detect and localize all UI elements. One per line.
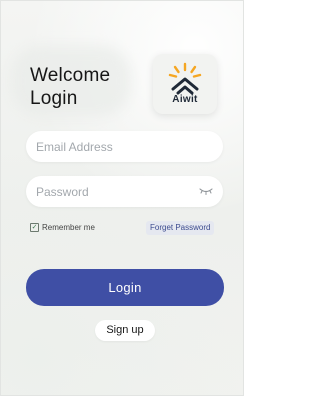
title-line-welcome: Welcome	[30, 65, 111, 86]
title-line-login: Login	[30, 88, 78, 109]
password-field[interactable]	[26, 176, 223, 207]
remember-me-label: Remember me	[42, 223, 95, 232]
forget-password-link[interactable]: Forget Password	[146, 221, 215, 235]
login-screen: Welcome Login Aiwit ✓ Rem	[0, 0, 244, 396]
app-logo: Aiwit	[153, 54, 217, 114]
password-input[interactable]	[36, 176, 196, 207]
email-field[interactable]	[26, 131, 223, 162]
page-title: Welcome Login	[30, 64, 140, 110]
logo-text: Aiwit	[172, 94, 198, 105]
aiwit-logo-icon	[168, 62, 202, 95]
login-button[interactable]: Login	[26, 269, 224, 306]
signup-button[interactable]: Sign up	[95, 320, 155, 341]
eye-closed-icon[interactable]	[199, 185, 213, 197]
email-input[interactable]	[36, 131, 196, 162]
remember-me-checkbox[interactable]: ✓ Remember me	[30, 223, 95, 232]
checkbox-checked-icon[interactable]: ✓	[30, 223, 39, 232]
